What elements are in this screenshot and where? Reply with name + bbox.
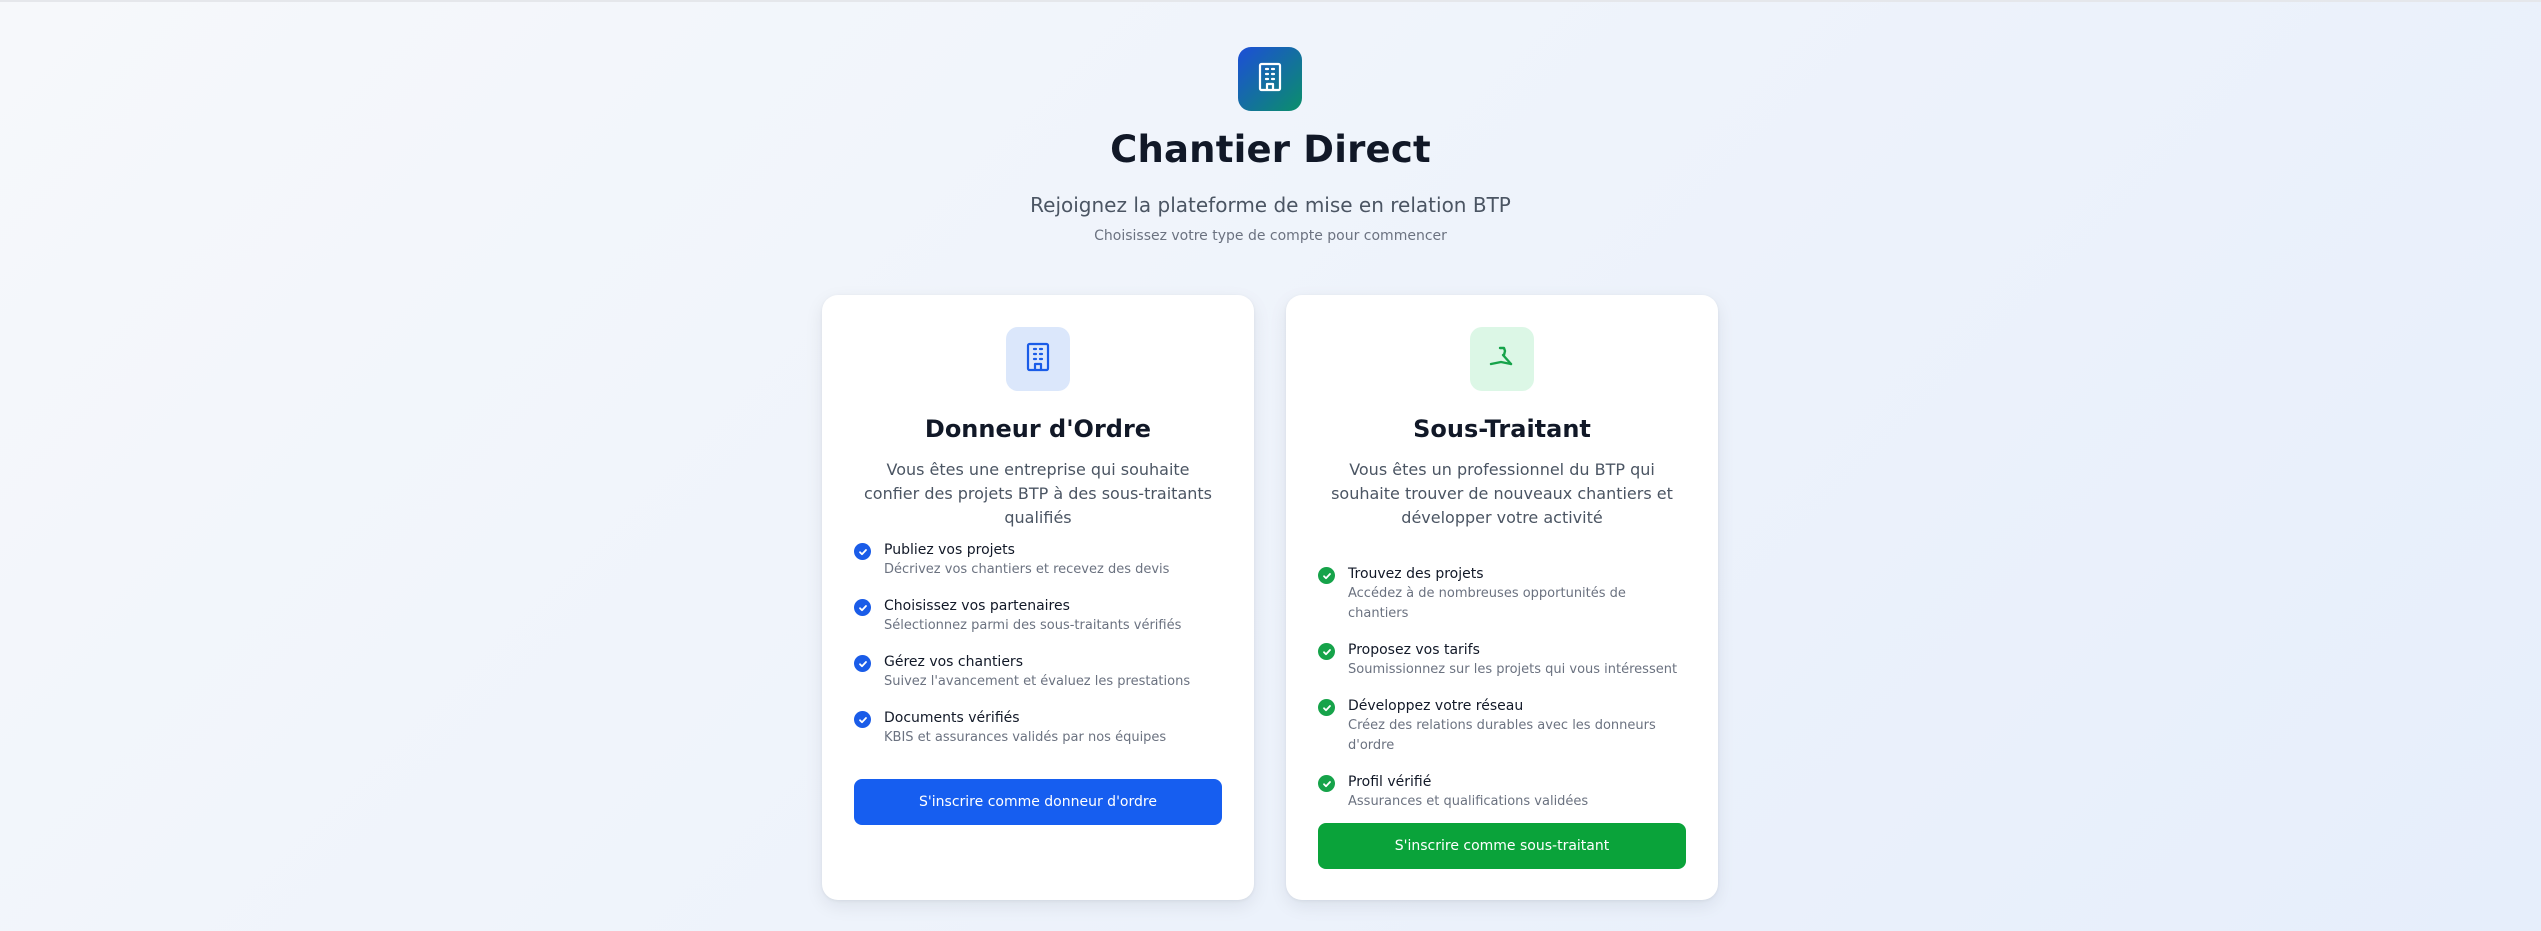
feature-title: Trouvez des projets (1348, 566, 1484, 582)
app-logo (1238, 47, 1302, 111)
feature-item: Proposez vos tarifs Soumissionnez sur le… (1318, 640, 1688, 680)
feature-title: Documents vérifiés (884, 710, 1020, 726)
page-hint: Choisissez votre type de compte pour com… (1094, 228, 1447, 244)
check-icon (854, 599, 871, 616)
card-description: Vous êtes un professionnel du BTP qui so… (1331, 460, 1673, 527)
page-title: Chantier Direct (1110, 128, 1431, 171)
check-icon (1318, 699, 1335, 716)
feature-title: Développez votre réseau (1348, 698, 1524, 714)
check-icon (854, 711, 871, 728)
account-card-donneur-ordre: Donneur d'Ordre Vous êtes une entreprise… (822, 295, 1254, 900)
building-icon (1025, 342, 1051, 376)
feature-item: Gérez vos chantiers Suivez l'avancement … (854, 652, 1224, 692)
feature-item: Développez votre réseau Créez des relati… (1318, 696, 1688, 756)
feature-item: Documents vérifiés KBIS et assurances va… (854, 708, 1224, 748)
building-icon (1257, 62, 1283, 96)
feature-description: Décrivez vos chantiers et recevez des de… (884, 562, 1170, 577)
feature-title: Proposez vos tarifs (1348, 642, 1480, 658)
page-subtitle: Rejoignez la plateforme de mise en relat… (1030, 193, 1511, 217)
feature-item: Publiez vos projets Décrivez vos chantie… (854, 540, 1224, 580)
hammer-icon (1488, 344, 1516, 374)
card-icon-box (1006, 327, 1070, 391)
feature-item: Profil vérifié Assurances et qualificati… (1318, 772, 1688, 812)
feature-title: Gérez vos chantiers (884, 654, 1023, 670)
feature-description: Assurances et qualifications validées (1348, 794, 1589, 809)
feature-description: KBIS et assurances validés par nos équip… (884, 730, 1167, 745)
check-icon (854, 543, 871, 560)
register-donneur-ordre-button[interactable]: S'inscrire comme donneur d'ordre (854, 779, 1222, 825)
card-title: Sous-Traitant (1413, 415, 1591, 443)
feature-description: Accédez à de nombreuses opportunités de … (1348, 586, 1626, 621)
check-icon (1318, 775, 1335, 792)
feature-title: Choisissez vos partenaires (884, 598, 1070, 614)
check-icon (854, 655, 871, 672)
feature-description: Créez des relations durables avec les do… (1348, 718, 1656, 753)
feature-list: Publiez vos projets Décrivez vos chantie… (854, 540, 1224, 764)
feature-title: Profil vérifié (1348, 774, 1432, 790)
feature-list: Trouvez des projets Accédez à de nombreu… (1318, 564, 1688, 828)
feature-item: Trouvez des projets Accédez à de nombreu… (1318, 564, 1688, 624)
card-title: Donneur d'Ordre (924, 415, 1152, 443)
feature-description: Soumissionnez sur les projets qui vous i… (1348, 662, 1678, 677)
card-description: Vous êtes une entreprise qui souhaite co… (864, 460, 1212, 527)
feature-description: Sélectionnez parmi des sous-traitants vé… (884, 618, 1182, 633)
check-icon (1318, 567, 1335, 584)
feature-item: Choisissez vos partenaires Sélectionnez … (854, 596, 1224, 636)
feature-description: Suivez l'avancement et évaluez les prest… (884, 674, 1191, 689)
check-icon (1318, 643, 1335, 660)
register-sous-traitant-button[interactable]: S'inscrire comme sous-traitant (1318, 823, 1686, 869)
account-card-sous-traitant: Sous-Traitant Vous êtes un professionnel… (1286, 295, 1718, 900)
top-border (0, 0, 2541, 2)
feature-title: Publiez vos projets (884, 542, 1015, 558)
card-icon-box (1470, 327, 1534, 391)
